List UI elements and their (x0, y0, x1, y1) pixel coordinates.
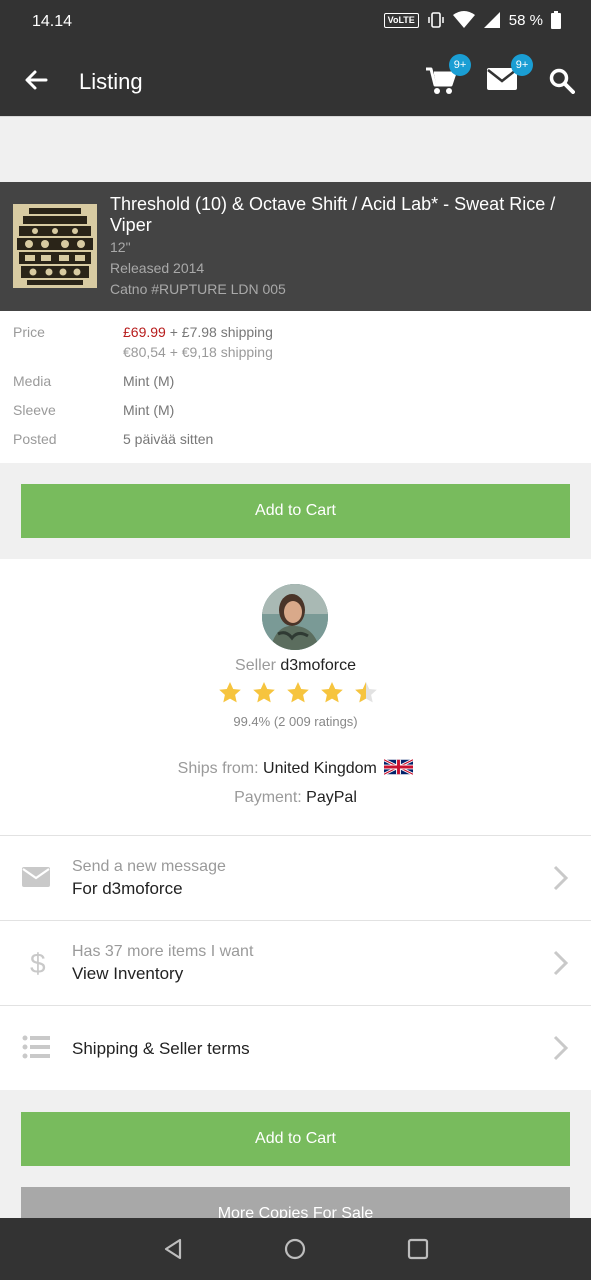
seller-ratings: 99.4% (2 009 ratings) (233, 714, 358, 729)
payment-label: Payment: (234, 789, 302, 806)
send-message-main: For d3moforce (72, 879, 183, 898)
nav-recents-icon[interactable] (407, 1238, 429, 1260)
app-bar: Listing 9+ 9+ (0, 44, 591, 116)
add-to-cart-button-bottom[interactable]: Add to Cart (21, 1112, 570, 1166)
page-title: Listing (79, 69, 143, 94)
list-icon (22, 1035, 50, 1059)
chevron-right-icon (553, 1035, 569, 1061)
seller-rating-stars (218, 681, 378, 704)
signal-icon (483, 12, 500, 28)
volte-icon: VoLTE (383, 12, 419, 28)
sleeve-value: Mint (M) (123, 402, 175, 418)
ad-spacer (0, 116, 591, 182)
media-value: Mint (M) (123, 373, 175, 389)
release-format: 12" (110, 239, 131, 255)
cart-badge: 9+ (449, 54, 471, 76)
view-inventory-item[interactable]: $ Has 37 more items I want View Inventor… (0, 920, 591, 1005)
vibrate-icon (428, 12, 444, 28)
star-icon (287, 682, 309, 703)
payment-line: Payment: PayPal (0, 789, 591, 807)
album-cover-image (13, 204, 97, 288)
release-catno: Catno #RUPTURE LDN 005 (110, 281, 286, 297)
ships-from-line: Ships from: United Kingdom (0, 758, 591, 778)
ships-from-label: Ships from: (177, 760, 259, 777)
dollar-icon: $ (30, 948, 46, 976)
send-message-sub: Send a new message (72, 858, 226, 875)
uk-flag-icon (383, 758, 414, 776)
nav-home-icon[interactable] (284, 1238, 306, 1260)
chevron-right-icon (553, 950, 569, 976)
mail-badge: 9+ (511, 54, 533, 76)
converted-price: €80,54 + €9,18 shipping (123, 344, 273, 360)
nav-back-icon[interactable] (162, 1238, 184, 1260)
system-nav-bar (0, 1218, 591, 1280)
more-copies-button[interactable]: More Copies For Sale (21, 1187, 570, 1218)
payment-value: PayPal (306, 789, 357, 806)
posted-value: 5 päivää sitten (123, 431, 214, 447)
release-title[interactable]: Threshold (10) & Octave Shift / Acid Lab… (110, 194, 580, 236)
seller-line: Seller d3moforce (0, 657, 591, 675)
view-inventory-sub: Has 37 more items I want (72, 943, 254, 960)
release-year: Released 2014 (110, 260, 205, 276)
status-time: 14.14 (32, 13, 73, 30)
listing-details: Price £69.99 + £7.98 shipping €80,54 + €… (0, 311, 591, 463)
shipping-amount: + £7.98 shipping (165, 324, 273, 340)
star-icon (219, 682, 241, 703)
add-to-cart-button[interactable]: Add to Cart (21, 484, 570, 538)
ships-from-value: United Kingdom (263, 760, 377, 777)
status-icons: VoLTE 58 % (383, 11, 561, 29)
price-amount: £69.99 (123, 324, 166, 340)
shipping-terms-label: Shipping & Seller terms (72, 1039, 250, 1058)
media-label: Media (13, 373, 52, 389)
half-star-icon (355, 682, 377, 703)
shipping-terms-item[interactable]: Shipping & Seller terms (0, 1005, 591, 1090)
wifi-icon (452, 11, 475, 28)
seller-avatar[interactable] (262, 584, 328, 650)
seller-name[interactable]: d3moforce (280, 657, 356, 674)
search-icon[interactable] (549, 68, 575, 94)
back-arrow-icon[interactable] (22, 66, 50, 94)
view-inventory-main: View Inventory (72, 964, 184, 983)
star-icon (321, 682, 343, 703)
chevron-right-icon (553, 865, 569, 891)
star-icon (253, 682, 275, 703)
send-message-item[interactable]: Send a new message For d3moforce (0, 835, 591, 920)
release-header: Threshold (10) & Octave Shift / Acid Lab… (0, 182, 591, 311)
sleeve-label: Sleeve (13, 402, 56, 418)
envelope-icon (22, 867, 50, 887)
seller-card: Seller d3moforce 99.4% (2 009 ratings) S… (0, 559, 591, 835)
posted-label: Posted (13, 431, 57, 447)
battery-percent: 58 % (508, 11, 543, 29)
cart-button[interactable]: 9+ (425, 54, 471, 96)
status-bar: 14.14 VoLTE 58 % (0, 0, 591, 44)
seller-label: Seller (235, 657, 276, 674)
svg-text:$: $ (30, 948, 46, 976)
price-label: Price (13, 324, 45, 340)
messages-button[interactable]: 9+ (487, 54, 533, 96)
price-value: £69.99 + £7.98 shipping (123, 324, 273, 340)
battery-icon (551, 11, 561, 29)
